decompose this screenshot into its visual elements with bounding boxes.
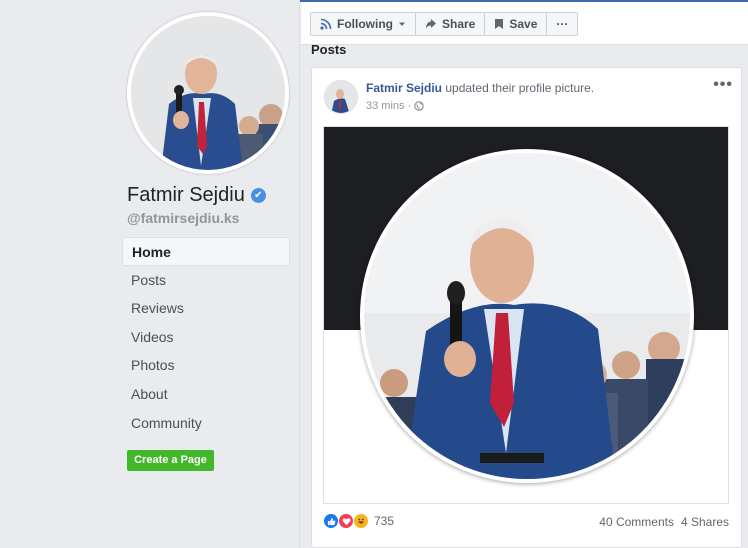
profile-picture[interactable] [131, 16, 285, 170]
love-reaction-icon [338, 513, 354, 529]
nav-item-home[interactable]: Home [122, 237, 290, 266]
post-author-link[interactable]: Fatmir Sejdiu [366, 81, 442, 95]
profile-picture-frame-large [360, 149, 694, 483]
page-action-bar: Following Share Save ··· [301, 2, 748, 45]
page-name-text: Fatmir Sejdiu [127, 184, 245, 206]
more-options-button[interactable]: ··· [547, 13, 577, 35]
save-label: Save [509, 17, 538, 31]
post-meta: 33 mins · [366, 100, 425, 112]
share-label: Share [442, 17, 476, 31]
profile-photo-illustration [131, 16, 285, 170]
post-media[interactable] [323, 126, 729, 504]
author-avatar-illustration [325, 81, 357, 113]
verified-badge-icon: ✔ [250, 188, 266, 203]
nav-item-community[interactable]: Community [122, 409, 290, 438]
haha-reaction-icon [353, 513, 369, 529]
share-arrow-icon [426, 19, 436, 29]
engagement-counts: 40 Comments 4 Shares [599, 515, 729, 529]
page-sidebar: Fatmir Sejdiu ✔ @fatmirsejdiu.ks Home Po… [0, 0, 300, 548]
post-action-text: updated their profile picture. [445, 81, 595, 95]
page-title[interactable]: Fatmir Sejdiu ✔ [127, 184, 266, 207]
profile-photo-large-illustration [364, 153, 690, 479]
post-timestamp[interactable]: 33 mins [366, 100, 405, 112]
post-author-avatar[interactable] [324, 80, 358, 114]
shares-count-link[interactable]: 4 Shares [681, 515, 729, 529]
page-navigation: Home Posts Reviews Videos Photos About C… [122, 237, 290, 437]
following-button[interactable]: Following [311, 13, 416, 35]
bookmark-icon [495, 19, 504, 29]
reaction-count: 735 [374, 514, 395, 528]
comments-count-link[interactable]: 40 Comments [599, 515, 674, 529]
nav-item-photos[interactable]: Photos [122, 351, 290, 380]
profile-picture-large[interactable] [364, 153, 690, 479]
nav-item-posts[interactable]: Posts [122, 266, 290, 295]
rss-icon [320, 18, 332, 30]
page-action-buttons: Following Share Save ··· [310, 12, 579, 36]
post-header-text: Fatmir Sejdiu updated their profile pict… [366, 81, 594, 95]
globe-icon[interactable] [414, 101, 425, 111]
reaction-summary[interactable]: 735 [323, 513, 394, 529]
following-label: Following [337, 17, 393, 31]
save-button[interactable]: Save [485, 13, 548, 35]
more-options-icon: ··· [556, 17, 569, 31]
chevron-down-icon [399, 22, 405, 26]
post-menu-button[interactable]: ••• [713, 76, 733, 94]
nav-item-videos[interactable]: Videos [122, 323, 290, 352]
page-handle[interactable]: @fatmirsejdiu.ks [127, 210, 239, 226]
profile-picture-frame[interactable] [127, 12, 289, 174]
posts-section-heading: Posts [311, 42, 347, 57]
share-button[interactable]: Share [416, 13, 486, 35]
like-reaction-icon [323, 513, 339, 529]
create-page-button[interactable]: Create a Page [127, 450, 214, 471]
post-card: Fatmir Sejdiu updated their profile pict… [311, 67, 742, 548]
nav-item-reviews[interactable]: Reviews [122, 294, 290, 323]
nav-item-about[interactable]: About [122, 380, 290, 409]
timeline-column: Following Share Save ··· Posts Fatmir Se… [301, 0, 748, 548]
meta-separator: · [407, 100, 412, 112]
